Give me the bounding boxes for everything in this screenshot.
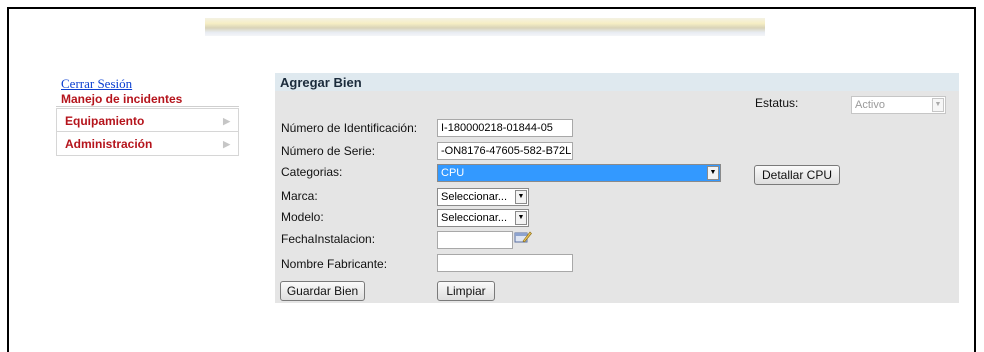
form-title: Agregar Bien xyxy=(275,73,959,91)
install-date-label: FechaInstalacion: xyxy=(281,232,376,246)
serial-number-label: Número de Serie: xyxy=(281,144,376,158)
chevron-down-icon: ▼ xyxy=(515,190,527,204)
sidebar-item-label: Equipamiento xyxy=(65,114,145,128)
install-date-field[interactable] xyxy=(437,231,513,249)
id-number-field[interactable]: I-180000218-01844-05 xyxy=(437,119,573,137)
calendar-icon[interactable] xyxy=(514,230,532,244)
status-select[interactable]: Activo ▼ xyxy=(851,96,946,114)
manufacturer-label: Nombre Fabricante: xyxy=(281,257,388,271)
brand-value: Seleccionar... xyxy=(441,191,508,203)
status-value: Activo xyxy=(855,99,885,111)
chevron-down-icon: ▼ xyxy=(707,166,719,180)
manufacturer-field[interactable] xyxy=(437,254,573,272)
category-value: CPU xyxy=(441,167,465,179)
status-label: Estatus: xyxy=(755,96,799,110)
serial-number-field[interactable]: -ON8176-47605-582-B72L xyxy=(437,142,573,160)
sidebar-menu: Equipamiento ▶ Administración ▶ xyxy=(56,108,239,156)
model-label: Modelo: xyxy=(281,210,324,224)
category-label: Categorias: xyxy=(281,165,343,179)
chevron-right-icon: ▶ xyxy=(223,139,230,149)
header-banner xyxy=(205,18,765,36)
sidebar-item-label: Administración xyxy=(65,137,153,151)
model-value: Seleccionar... xyxy=(441,212,508,224)
save-button[interactable]: Guardar Bien xyxy=(280,281,365,301)
sidebar-item-equipamiento[interactable]: Equipamiento ▶ xyxy=(56,108,239,132)
chevron-down-icon: ▼ xyxy=(515,211,527,225)
id-number-label: Número de Identificación: xyxy=(281,121,418,135)
model-select[interactable]: Seleccionar... ▼ xyxy=(437,209,529,227)
logout-link[interactable]: Cerrar Sesión xyxy=(61,76,132,92)
chevron-right-icon: ▶ xyxy=(223,116,230,126)
brand-label: Marca: xyxy=(281,189,318,203)
sidebar-section-title: Manejo de incidentes xyxy=(61,92,183,106)
chevron-down-icon: ▼ xyxy=(932,98,944,112)
brand-select[interactable]: Seleccionar... ▼ xyxy=(437,188,529,206)
category-select[interactable]: CPU ▼ xyxy=(437,164,721,182)
sidebar-divider xyxy=(56,106,239,107)
clear-button[interactable]: Limpiar xyxy=(437,281,495,301)
sidebar-item-administracion[interactable]: Administración ▶ xyxy=(56,132,239,156)
detail-cpu-button[interactable]: Detallar CPU xyxy=(754,165,840,185)
